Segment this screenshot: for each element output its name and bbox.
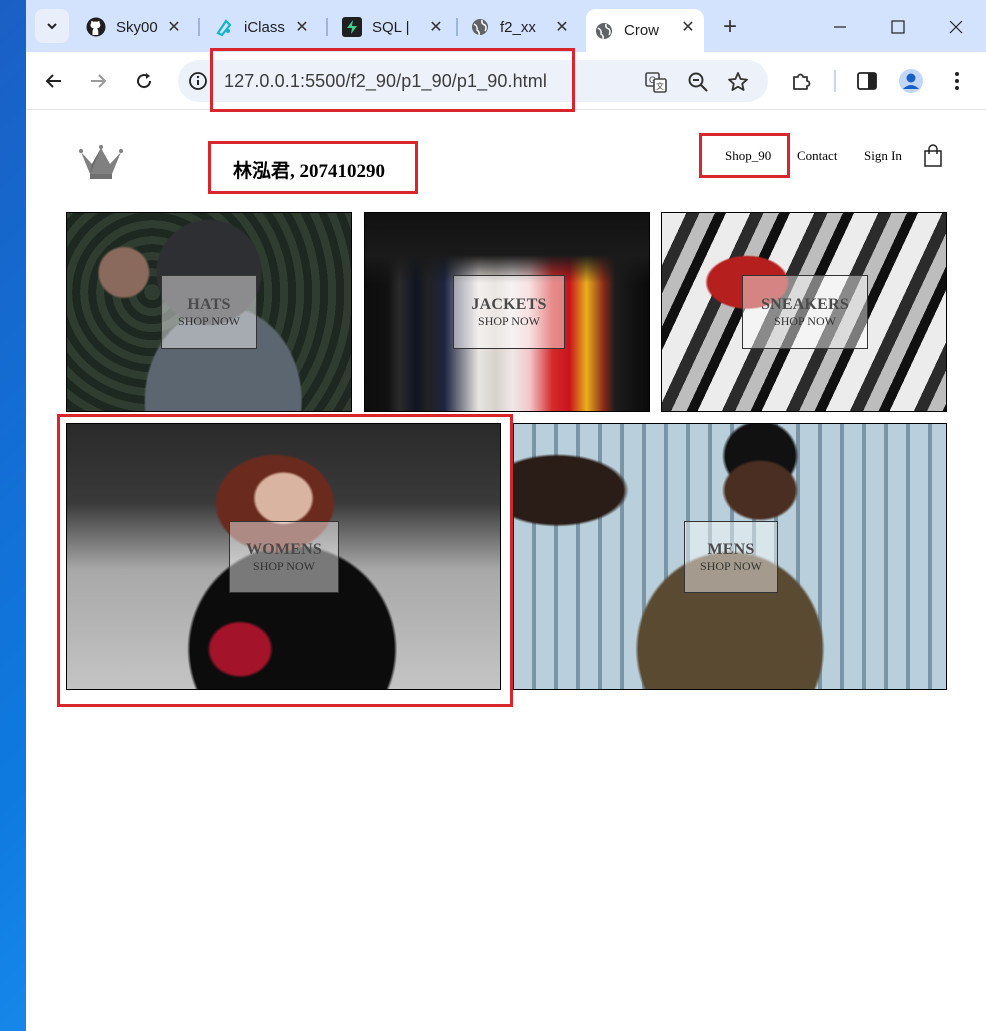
tab-f2[interactable]: f2_xx ✕ [462, 9, 578, 45]
tab-label: Sky00 [116, 18, 158, 36]
github-icon [86, 17, 106, 37]
bookmark-star-icon[interactable] [726, 70, 750, 94]
close-icon[interactable]: ✕ [552, 17, 572, 37]
arrow-left-icon [45, 74, 61, 88]
profile-avatar-icon[interactable] [898, 68, 924, 94]
browser-toolbar: 127.0.0.1:5500/f2_90/p1_90/p1_90.html G文 [26, 52, 986, 110]
close-window-button[interactable] [936, 12, 976, 42]
url-text[interactable]: 127.0.0.1:5500/f2_90/p1_90/p1_90.html [224, 71, 547, 92]
tab-divider [326, 18, 328, 36]
translate-icon[interactable]: G文 [644, 70, 668, 94]
globe-icon [594, 21, 614, 41]
svg-text:文: 文 [656, 81, 664, 91]
tab-label: f2_xx [500, 18, 536, 36]
forward-button[interactable] [84, 67, 112, 95]
iclass-icon [214, 17, 234, 37]
category-title: WOMENS [246, 540, 322, 558]
tab-label: iClass [244, 18, 285, 36]
nav-link-shop[interactable]: Shop_90 [725, 148, 771, 164]
close-icon[interactable]: ✕ [426, 17, 446, 37]
close-icon [949, 20, 963, 34]
category-title: MENS [707, 540, 755, 558]
category-title: JACKETS [471, 295, 547, 313]
tab-github[interactable]: Sky00 ✕ [78, 9, 190, 45]
category-tile-sneakers[interactable]: SNEAKERS SHOP NOW [661, 212, 947, 412]
tab-strip: Sky00 ✕ iClass ✕ SQL | ✕ f2_xx ✕ Crow ✕ … [26, 0, 986, 52]
rack-shadow [365, 213, 649, 283]
tab-divider [456, 18, 458, 36]
category-title: HATS [187, 295, 231, 313]
tab-iclass[interactable]: iClass ✕ [206, 9, 318, 45]
category-tile-womens[interactable]: WOMENS SHOP NOW [66, 423, 501, 690]
category-subtitle: SHOP NOW [253, 558, 315, 573]
category-tile-jackets[interactable]: JACKETS SHOP NOW [364, 212, 650, 412]
browser-window: Sky00 ✕ iClass ✕ SQL | ✕ f2_xx ✕ Crow ✕ … [26, 0, 986, 1031]
tab-label: SQL | [372, 18, 410, 36]
tab-search-button[interactable] [35, 9, 69, 43]
reload-button[interactable] [130, 67, 158, 95]
back-button[interactable] [40, 67, 68, 95]
reload-icon [137, 73, 152, 89]
side-panel-icon[interactable] [854, 68, 880, 94]
tab-divider [198, 18, 200, 36]
chevron-down-icon [47, 23, 57, 30]
category-subtitle: SHOP NOW [700, 558, 762, 573]
info-icon[interactable] [188, 71, 208, 91]
maximize-icon [891, 20, 905, 34]
close-icon[interactable]: ✕ [292, 17, 312, 37]
jackets-caption[interactable]: JACKETS SHOP NOW [453, 275, 565, 349]
maximize-button[interactable] [878, 12, 918, 42]
minimize-icon [834, 26, 846, 28]
extensions-icon[interactable] [788, 68, 814, 94]
new-tab-button[interactable]: + [716, 13, 744, 41]
close-icon[interactable]: ✕ [678, 17, 698, 37]
crown-logo-icon[interactable] [78, 144, 124, 182]
zoom-out-icon[interactable] [686, 70, 710, 94]
sneakers-caption[interactable]: SNEAKERS SHOP NOW [742, 275, 868, 349]
minimize-button[interactable] [820, 12, 860, 42]
category-subtitle: SHOP NOW [774, 313, 836, 328]
globe-icon [470, 17, 490, 37]
womens-caption[interactable]: WOMENS SHOP NOW [229, 521, 339, 593]
category-subtitle: SHOP NOW [478, 313, 540, 328]
web-page: 林泓君, 207410290 Shop_90 Contact Sign In H… [26, 111, 986, 1031]
address-bar[interactable]: 127.0.0.1:5500/f2_90/p1_90/p1_90.html G文 [178, 60, 768, 102]
close-icon[interactable]: ✕ [164, 17, 184, 37]
tab-sql[interactable]: SQL | ✕ [334, 9, 452, 45]
shopping-bag-icon[interactable] [922, 144, 944, 168]
category-tile-hats[interactable]: HATS SHOP NOW [66, 212, 352, 412]
category-tile-mens[interactable]: MENS SHOP NOW [513, 423, 947, 690]
nav-link-contact[interactable]: Contact [797, 148, 837, 164]
page-title: 林泓君, 207410290 [233, 161, 386, 182]
tab-label: Crow [624, 22, 660, 39]
hats-caption[interactable]: HATS SHOP NOW [161, 275, 257, 349]
arrow-right-icon [91, 74, 107, 88]
toolbar-divider [834, 70, 836, 92]
tab-crown-active[interactable]: Crow ✕ [586, 9, 704, 52]
category-subtitle: SHOP NOW [178, 313, 240, 328]
more-menu-icon[interactable] [944, 68, 970, 94]
category-title: SNEAKERS [761, 295, 849, 313]
mens-caption[interactable]: MENS SHOP NOW [684, 521, 778, 593]
supabase-icon [342, 17, 362, 37]
nav-link-signin[interactable]: Sign In [864, 148, 902, 164]
